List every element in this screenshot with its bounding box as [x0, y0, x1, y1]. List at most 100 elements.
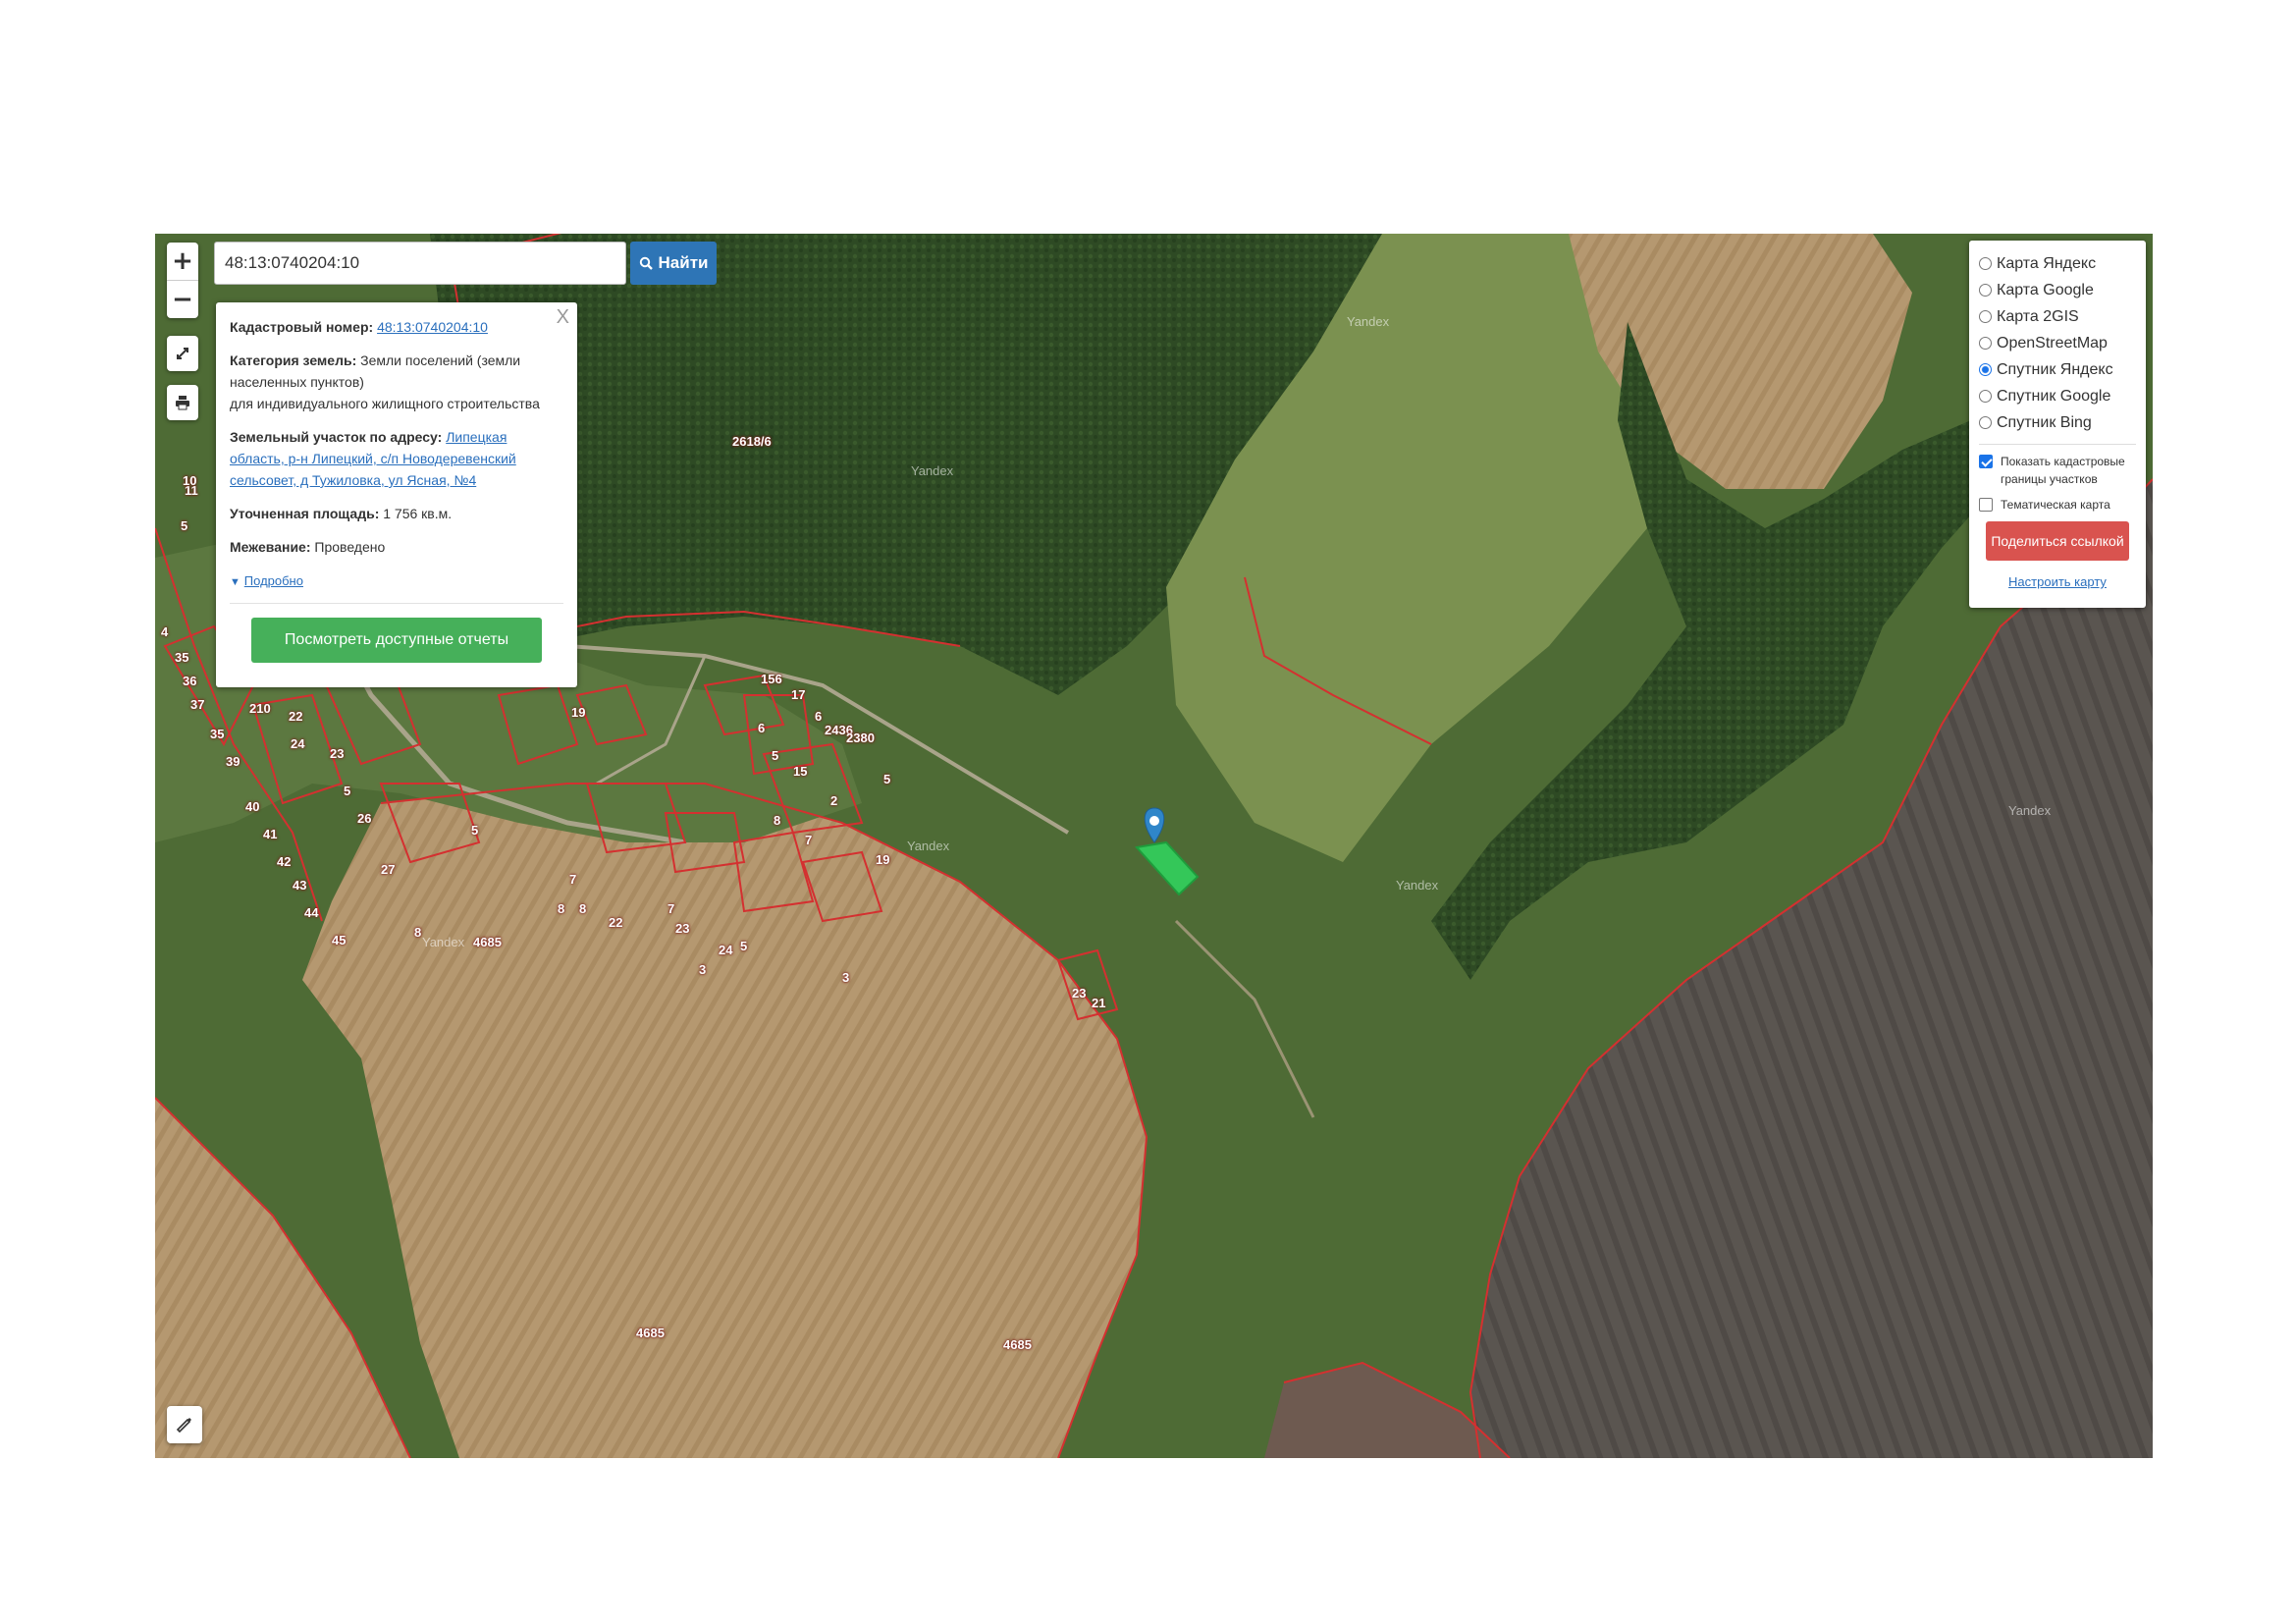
parcel-label[interactable]: 6	[758, 721, 765, 735]
show-cadastral-toggle[interactable]: Показать кадастровые границы участков	[1979, 453, 2136, 488]
layer-option[interactable]: OpenStreetMap	[1979, 330, 2136, 356]
parcel-label[interactable]: 39	[226, 754, 240, 769]
parcel-label[interactable]: 8	[579, 901, 586, 916]
layer-option[interactable]: Спутник Google	[1979, 383, 2136, 409]
parcel-label[interactable]: 43	[293, 878, 306, 893]
view-reports-button[interactable]: Посмотреть доступные отчеты	[251, 618, 542, 663]
find-button[interactable]: Найти	[630, 242, 717, 285]
show-cadastral-checkbox[interactable]	[1979, 455, 1993, 468]
parcel-label[interactable]: 5	[344, 784, 350, 798]
parcel-label[interactable]: 3	[699, 962, 706, 977]
parcel-label[interactable]: 5	[740, 939, 747, 953]
layer-radio[interactable]	[1979, 310, 1992, 323]
thematic-map-checkbox[interactable]	[1979, 498, 1993, 512]
layer-radio[interactable]	[1979, 337, 1992, 350]
zoom-in-button[interactable]: +	[167, 243, 198, 280]
parcel-label[interactable]: 19	[876, 852, 889, 867]
print-button[interactable]	[167, 385, 198, 420]
parcel-label[interactable]: 35	[175, 650, 188, 665]
layer-option[interactable]: Спутник Яндекс	[1979, 356, 2136, 383]
parcel-label[interactable]: 5	[471, 823, 478, 838]
find-button-label: Найти	[658, 253, 709, 272]
base-layer-list: Карта Яндекс Карта Google Карта 2GIS OpenSt…	[1979, 250, 2136, 436]
parcel-label[interactable]: 24	[719, 943, 732, 957]
parcel-label[interactable]: 19	[571, 705, 585, 720]
parcel-label[interactable]: 2618/6	[732, 434, 772, 449]
layer-option[interactable]: Карта 2GIS	[1979, 303, 2136, 330]
show-cadastral-label: Показать кадастровые границы участков	[2001, 455, 2125, 486]
parcel-label[interactable]: 40	[245, 799, 259, 814]
parcel-label[interactable]: 23	[675, 921, 689, 936]
layer-option[interactable]: Спутник Bing	[1979, 409, 2136, 436]
printer-icon	[176, 396, 189, 410]
configure-map-link[interactable]: Настроить карту	[1979, 574, 2136, 589]
layer-radio[interactable]	[1979, 284, 1992, 297]
parcel-label[interactable]: 4685	[1003, 1337, 1032, 1352]
parcel-label[interactable]: 15	[793, 764, 807, 779]
parcel-label[interactable]: 4685	[636, 1326, 665, 1340]
parcel-label[interactable]: 2380	[846, 731, 875, 745]
survey-row: Межевание: Проведено	[230, 536, 563, 558]
parcel-label[interactable]: 5	[772, 748, 778, 763]
parcel-label[interactable]: 41	[263, 827, 277, 841]
fullscreen-button[interactable]	[167, 336, 198, 371]
parcel-label[interactable]: 37	[190, 697, 204, 712]
parcel-label[interactable]: 44	[304, 905, 318, 920]
thematic-map-toggle[interactable]: Тематическая карта	[1979, 496, 2136, 514]
layer-radio[interactable]	[1979, 416, 1992, 429]
parcel-label[interactable]: 7	[667, 901, 674, 916]
parcel-info-popup: X Кадастровый номер: 48:13:0740204:10 Ка…	[216, 302, 577, 687]
layer-option[interactable]: Карта Яндекс	[1979, 250, 2136, 277]
parcel-label[interactable]: 23	[1072, 986, 1086, 1001]
parcel-label[interactable]: 7	[569, 872, 576, 887]
parcel-label[interactable]: 35	[210, 727, 224, 741]
parcel-label[interactable]: 156	[761, 672, 782, 686]
address-label: Земельный участок по адресу:	[230, 429, 443, 445]
share-link-button[interactable]: Поделиться ссылкой	[1986, 521, 2129, 561]
parcel-label[interactable]: 27	[381, 862, 395, 877]
parcel-label[interactable]: 10	[183, 473, 196, 488]
parcel-label[interactable]: 5	[181, 518, 187, 533]
parcel-label[interactable]: 4685	[473, 935, 502, 949]
parcel-label[interactable]: 42	[277, 854, 291, 869]
parcel-label[interactable]: 22	[289, 709, 302, 724]
area-value: 1 756 кв.м.	[383, 506, 453, 521]
parcel-label[interactable]: 21	[1092, 996, 1105, 1010]
parcel-label[interactable]: 3	[842, 970, 849, 985]
parcel-label[interactable]: 4	[161, 624, 168, 639]
parcel-label[interactable]: 8	[774, 813, 780, 828]
layer-option[interactable]: Карта Google	[1979, 277, 2136, 303]
parcel-label[interactable]: 8	[414, 925, 421, 940]
layer-radio[interactable]	[1979, 363, 1992, 376]
parcel-label[interactable]: 2	[830, 793, 837, 808]
parcel-label[interactable]: 17	[791, 687, 805, 702]
parcel-label[interactable]: 7	[805, 833, 812, 847]
search-input[interactable]: 48:13:0740204:10	[214, 242, 626, 285]
more-details-link[interactable]: Подробно	[244, 573, 303, 588]
parcel-label[interactable]: 24	[291, 736, 304, 751]
layer-switcher-panel: Карта Яндекс Карта Google Карта 2GIS OpenSt…	[1969, 241, 2146, 608]
layer-radio[interactable]	[1979, 257, 1992, 270]
cadastral-number-row: Кадастровый номер: 48:13:0740204:10	[230, 316, 563, 338]
zoom-out-button[interactable]: −	[167, 280, 198, 318]
parcel-label[interactable]: 22	[609, 915, 622, 930]
parcel-label[interactable]: 45	[332, 933, 346, 947]
parcel-label[interactable]: 5	[883, 772, 890, 786]
more-details-toggle[interactable]: ▼ Подробно	[230, 569, 563, 593]
parcel-label[interactable]: 26	[357, 811, 371, 826]
map-view[interactable]: 2618/6 4685 4685 4685 156 17 2436 2380 5…	[155, 234, 2153, 1458]
layer-radio[interactable]	[1979, 390, 1992, 403]
area-label: Уточненная площадь:	[230, 506, 380, 521]
parcel-label[interactable]: 6	[815, 709, 822, 724]
close-popup-button[interactable]: X	[557, 306, 569, 328]
parcel-label[interactable]: 210	[249, 701, 271, 716]
parcel-label[interactable]: 23	[330, 746, 344, 761]
watermark-text: Yandex	[907, 839, 950, 853]
ruler-button[interactable]	[167, 1406, 202, 1443]
watermark-text: Yandex	[2008, 803, 2052, 818]
cadastral-number-link[interactable]: 48:13:0740204:10	[377, 319, 488, 335]
zoom-control: + −	[167, 243, 198, 318]
parcel-label[interactable]: 36	[183, 674, 196, 688]
layer-option-label: Спутник Bing	[1997, 413, 2092, 431]
parcel-label[interactable]: 8	[558, 901, 564, 916]
